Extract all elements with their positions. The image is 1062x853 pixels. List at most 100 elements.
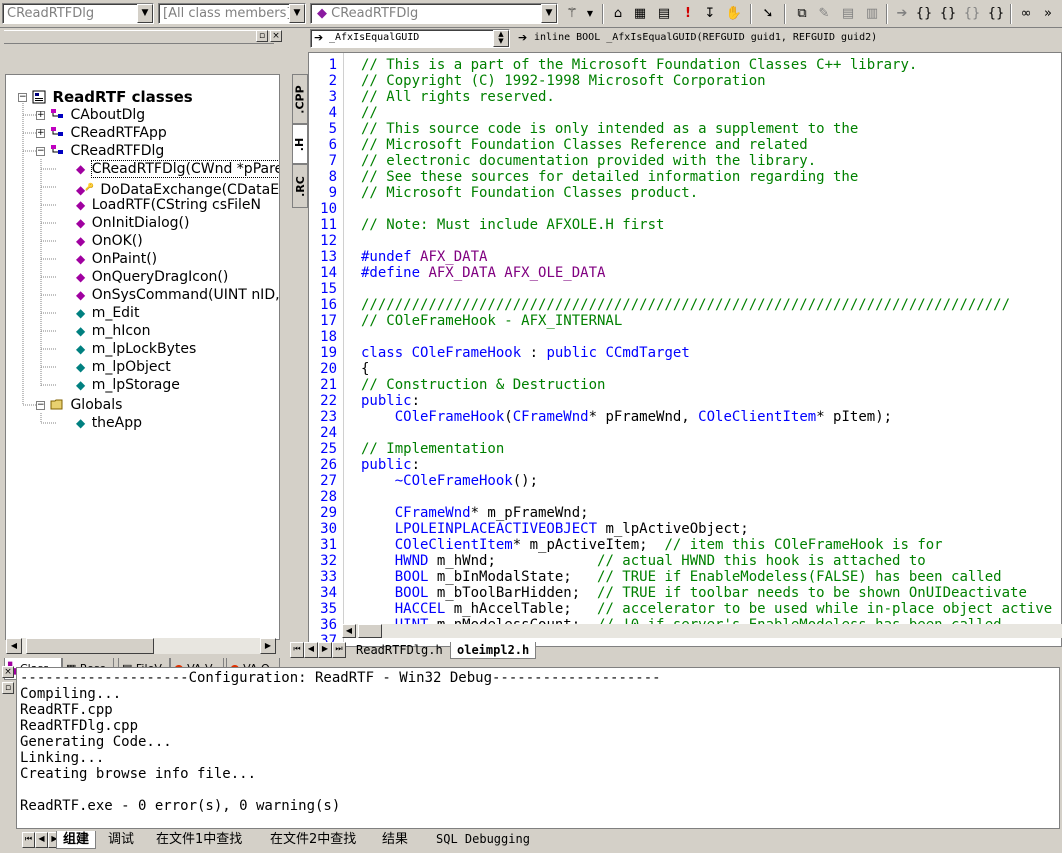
tree-member-item[interactable]: ◆ OnSysCommand(UINT nID, — [76, 286, 279, 304]
step-into-icon[interactable]: {} — [914, 4, 934, 24]
tree-member-item[interactable]: ◆ OnInitDialog() — [76, 214, 189, 232]
code-line: // — [361, 105, 378, 121]
code-line: class COleFrameHook : public CCmdTarget — [361, 345, 690, 361]
tab-scroll-first-icon[interactable]: ⏮ — [22, 832, 35, 848]
tab-find-in-files-2[interactable]: 在文件2中查找 — [264, 831, 362, 849]
pane-restore-icon[interactable]: ▫ — [2, 682, 14, 694]
tree-member-item[interactable]: ◆ OnPaint() — [76, 250, 157, 268]
tab-scroll-left-icon[interactable]: ◀ — [35, 832, 48, 848]
run-to-cursor-icon[interactable]: {} — [986, 4, 1006, 24]
tree-member-item[interactable]: ◆ m_lpStorage — [76, 376, 180, 394]
tab-scroll-left-icon[interactable]: ◀ — [304, 642, 318, 658]
tab-sql-debugging[interactable]: SQL Debugging — [430, 831, 536, 849]
next-bookmark-icon[interactable]: ▤ — [838, 4, 858, 24]
collapse-toggle[interactable]: − — [36, 147, 45, 156]
workspace-icon[interactable]: ⧉ — [792, 4, 812, 24]
tab-scroll-last-icon[interactable]: ⏭ — [332, 642, 346, 658]
arrow-right-icon: ➔ — [518, 31, 528, 44]
tree-class-item[interactable]: CReadRTFDlg — [50, 142, 164, 160]
members-combo[interactable]: [All class members] ▼ — [158, 3, 306, 24]
step-over-icon[interactable]: {} — [938, 4, 958, 24]
expand-toggle[interactable]: + — [36, 129, 45, 138]
code-token: CFrameWnd — [512, 409, 589, 425]
tree-member-item[interactable]: ◆ CReadRTFDlg(CWnd *pPare — [76, 160, 279, 178]
compile-icon[interactable]: ⌂ — [608, 4, 628, 24]
close-icon[interactable]: × — [270, 30, 282, 42]
tab-build[interactable]: 组建 — [56, 831, 97, 849]
toolbar-more-icon[interactable]: » — [1038, 4, 1058, 24]
symbol-combo[interactable]: ➔ _AfxIsEqualGUID ▲ ▼ — [310, 29, 510, 48]
build-output[interactable]: --------------------Configuration: ReadR… — [16, 667, 1060, 829]
tab-scroll-first-icon[interactable]: ⏮ — [290, 642, 304, 658]
tab-find-in-files-1[interactable]: 在文件1中查找 — [150, 831, 248, 849]
function-combo[interactable]: ◆ CReadRTFDlg ▼ — [310, 3, 558, 24]
line-number: 13 — [320, 249, 337, 265]
tab-results[interactable]: 结果 — [376, 831, 414, 849]
tree-global-item[interactable]: ◆ theApp — [76, 414, 142, 432]
tab-debug[interactable]: 调试 — [102, 831, 140, 849]
tree-member-item[interactable]: ◆ m_Edit — [76, 304, 139, 322]
tree-member-item[interactable]: ◆ m_lpLockBytes — [76, 340, 196, 358]
file-tab-active[interactable]: oleimpl2.h — [450, 642, 537, 659]
rebuild-icon[interactable]: ▤ — [654, 4, 674, 24]
scroll-right-icon[interactable]: ▶ — [260, 638, 276, 654]
tree-class-item[interactable]: CAboutDlg — [50, 106, 145, 124]
tree-member-item[interactable]: ◆ OnQueryDragIcon() — [76, 268, 228, 286]
editor-horizontal-scrollbar[interactable]: ◀ — [342, 624, 1062, 638]
pane-restore-icon[interactable]: ▫ — [256, 30, 268, 42]
line-number: 30 — [320, 521, 337, 537]
code-token: { — [361, 361, 370, 377]
code-editor[interactable]: 1 // This is a part of the Microsoft Foun… — [308, 52, 1062, 647]
pane-gripper[interactable] — [4, 30, 274, 44]
tree-member-item[interactable]: ◆ m_hIcon — [76, 322, 150, 340]
hand-icon[interactable]: ✋ — [724, 4, 744, 24]
code-token: * pItem); — [816, 409, 893, 425]
toolbar-separator — [1010, 4, 1012, 24]
class-combo[interactable]: CReadRTFDlg ▼ — [2, 3, 154, 24]
scrollbar-thumb[interactable] — [26, 638, 154, 654]
go-icon[interactable]: ↧ — [700, 4, 720, 24]
tree-member-item[interactable]: ◆ m_lpObject — [76, 358, 171, 376]
code-token: // item this COleFrameHook is for — [664, 537, 943, 553]
chevron-down-icon[interactable]: ▼ — [137, 4, 153, 23]
tree-class-item[interactable]: CReadRTFApp — [50, 124, 167, 142]
arrow-right-icon[interactable]: ➔ — [892, 4, 912, 24]
close-icon[interactable]: × — [2, 666, 14, 678]
tree-horizontal-scrollbar[interactable]: ◀ ▶ — [6, 638, 276, 654]
bookmark-icon[interactable]: ✎ — [814, 4, 834, 24]
code-token: // Copyright (C) 1992-1998 Microsoft Cor… — [361, 73, 766, 89]
tree-member-item[interactable]: ◆ LoadRTF(CString csFileN — [76, 196, 261, 214]
arrow-right-icon: ➔ — [314, 31, 324, 44]
clear-bookmarks-icon[interactable]: ▥ — [862, 4, 882, 24]
tab-scroll-right-icon[interactable]: ▶ — [318, 642, 332, 658]
class-tree[interactable]: − ReadRTF classes + CAboutDlg + CReadRTF… — [5, 74, 280, 640]
chevron-down-icon[interactable]: ▼ — [289, 4, 305, 23]
build-icon[interactable]: ▦ — [630, 4, 650, 24]
line-number: 23 — [320, 409, 337, 425]
dropdown-arrow-icon[interactable]: ▼ — [580, 4, 600, 24]
tab-h[interactable]: .H — [292, 124, 308, 164]
tab-cpp[interactable]: .CPP — [292, 74, 308, 124]
chevron-down-icon[interactable]: ▼ — [541, 4, 557, 23]
wizard-wand-icon[interactable]: ⚚ — [562, 4, 582, 24]
execute-icon[interactable]: ! — [678, 4, 698, 24]
tab-rc[interactable]: .RC — [292, 164, 308, 208]
tree-member-item[interactable]: ◆🔑 DoDataExchange(CDataExc — [76, 178, 279, 198]
scroll-left-icon[interactable]: ◀ — [342, 624, 356, 638]
step-out-icon[interactable]: {} — [962, 4, 982, 24]
scroll-left-icon[interactable]: ◀ — [6, 638, 22, 654]
expand-toggle[interactable]: + — [36, 111, 45, 120]
tree-member-item[interactable]: ◆ OnOK() — [76, 232, 143, 250]
quickwatch-icon[interactable]: ∞ — [1016, 4, 1036, 24]
scrollbar-thumb[interactable] — [358, 624, 382, 638]
cursor-icon[interactable]: ➘ — [758, 4, 778, 24]
editor-side-tabs: .CPP .H .RC — [290, 52, 308, 642]
file-tab[interactable]: ReadRTFDlg.h — [350, 642, 449, 659]
tree-root[interactable]: ReadRTF classes — [32, 88, 193, 106]
spin-updown-icon[interactable]: ▲ ▼ — [493, 30, 509, 47]
collapse-toggle[interactable]: − — [36, 401, 45, 410]
code-line: // Note: Must include AFXOLE.H first — [361, 217, 664, 233]
tree-globals-folder[interactable]: Globals — [50, 396, 122, 414]
collapse-toggle[interactable]: − — [18, 93, 27, 102]
